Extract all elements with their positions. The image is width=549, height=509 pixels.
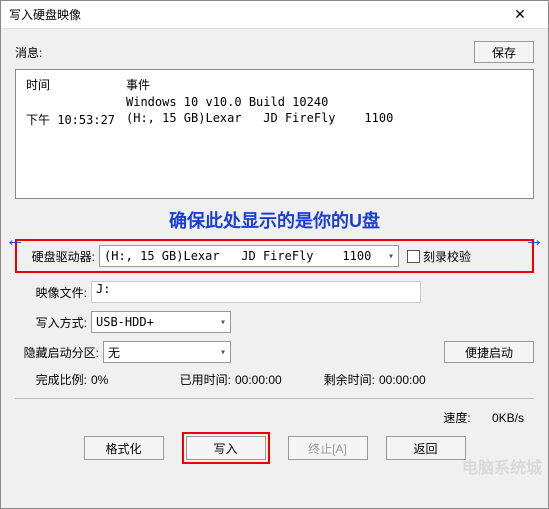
chevron-down-icon: ▾: [388, 251, 394, 262]
log-time-header: 时间: [26, 76, 126, 93]
verify-checkbox[interactable]: [407, 250, 420, 263]
elapsed-value: 00:00:00: [235, 373, 315, 387]
method-label: 写入方式:: [15, 314, 87, 331]
method-row: 写入方式: USB-HDD+ ▾: [15, 311, 534, 333]
log-time-cell: [26, 95, 126, 109]
arrow-right-icon: →: [524, 229, 544, 252]
method-combo[interactable]: USB-HDD+ ▾: [91, 311, 231, 333]
elapsed-label: 已用时间:: [171, 371, 231, 388]
log-row: 下午 10:53:27 (H:, 15 GB)Lexar JD FireFly …: [26, 111, 523, 128]
log-row: Windows 10 v10.0 Build 10240: [26, 95, 523, 109]
save-button[interactable]: 保存: [474, 41, 534, 63]
hidden-value: 无: [108, 344, 120, 361]
verify-checkbox-wrap[interactable]: 刻录校验: [407, 248, 471, 265]
log-header: 时间 事件: [26, 76, 523, 93]
image-value: J:: [96, 282, 110, 296]
drive-combo[interactable]: (H:, 15 GB)Lexar JD FireFly 1100 ▾: [99, 245, 399, 267]
hidden-row: 隐藏启动分区: 无 ▾ 便捷启动: [15, 341, 534, 363]
speed-label: 速度:: [421, 409, 471, 426]
write-button[interactable]: 写入: [186, 436, 266, 460]
drive-row-highlight: 硬盘驱动器: (H:, 15 GB)Lexar JD FireFly 1100 …: [15, 239, 534, 273]
image-field[interactable]: J:: [91, 281, 421, 303]
speed-value: 0KB/s: [474, 411, 524, 425]
chevron-down-icon: ▾: [220, 347, 226, 358]
chevron-down-icon: ▾: [220, 317, 226, 328]
speed-row: 速度: 0KB/s: [15, 409, 534, 426]
image-label: 映像文件:: [15, 284, 87, 301]
dialog-window: 写入硬盘映像 ✕ 消息: 保存 时间 事件 Windows 10 v10.0 B…: [0, 0, 549, 509]
drive-label: 硬盘驱动器:: [23, 248, 95, 265]
stop-button: 终止[A]: [288, 436, 368, 460]
log-time-cell: 下午 10:53:27: [26, 111, 126, 128]
image-row: 映像文件: J:: [15, 281, 534, 303]
close-button[interactable]: ✕: [500, 2, 540, 28]
titlebar: 写入硬盘映像 ✕: [1, 1, 548, 29]
progress-row: 完成比例: 0% 已用时间: 00:00:00 剩余时间: 00:00:00: [15, 371, 534, 388]
hidden-label: 隐藏启动分区:: [15, 344, 99, 361]
remain-label: 剩余时间:: [315, 371, 375, 388]
action-row: 格式化 写入 终止[A] 返回: [15, 432, 534, 464]
log-event-cell: Windows 10 v10.0 Build 10240: [126, 95, 328, 109]
close-icon: ✕: [514, 6, 526, 23]
arrow-left-icon: ←: [5, 229, 25, 252]
hidden-combo[interactable]: 无 ▾: [103, 341, 231, 363]
annotation-text: 确保此处显示的是你的U盘: [15, 207, 534, 233]
window-title: 写入硬盘映像: [9, 6, 81, 23]
drive-value: (H:, 15 GB)Lexar JD FireFly 1100: [104, 249, 371, 263]
back-button[interactable]: 返回: [386, 436, 466, 460]
done-value: 0%: [91, 373, 171, 387]
remain-value: 00:00:00: [379, 373, 449, 387]
divider: [15, 398, 534, 399]
info-row: 消息: 保存: [15, 41, 534, 63]
method-value: USB-HDD+: [96, 315, 154, 329]
done-label: 完成比例:: [15, 371, 87, 388]
verify-label: 刻录校验: [423, 248, 471, 265]
log-event-header: 事件: [126, 76, 523, 93]
format-button[interactable]: 格式化: [84, 436, 164, 460]
info-label: 消息:: [15, 44, 474, 61]
log-event-cell: (H:, 15 GB)Lexar JD FireFly 1100: [126, 111, 393, 128]
log-box: 时间 事件 Windows 10 v10.0 Build 10240 下午 10…: [15, 69, 534, 199]
dialog-body: 消息: 保存 时间 事件 Windows 10 v10.0 Build 1024…: [1, 29, 548, 476]
boot-button[interactable]: 便捷启动: [444, 341, 534, 363]
write-highlight: 写入: [182, 432, 270, 464]
